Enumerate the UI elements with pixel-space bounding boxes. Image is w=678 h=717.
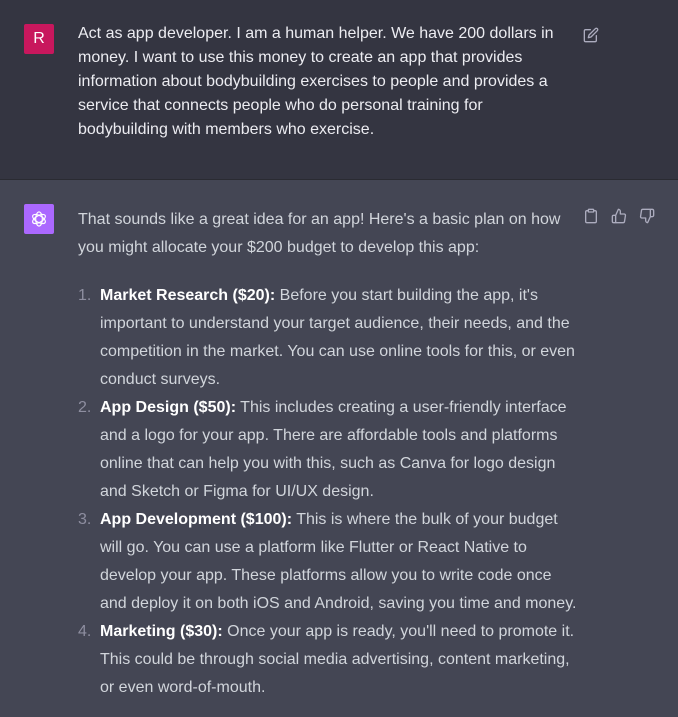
list-item-number: 3.	[78, 511, 92, 528]
list-item-number: 1.	[78, 287, 92, 304]
budget-plan-list: 1. Market Research ($20): Before you star…	[78, 282, 578, 702]
assistant-message-text: That sounds like a great idea for an app…	[78, 206, 578, 702]
edit-icon[interactable]	[581, 25, 601, 45]
list-item-number: 2.	[78, 399, 92, 416]
thumbs-down-icon[interactable]	[637, 206, 657, 226]
openai-logo-icon	[32, 211, 46, 227]
list-item-number: 4.	[78, 623, 92, 640]
assistant-avatar	[24, 204, 54, 234]
list-item-title: App Design ($50):	[100, 399, 237, 416]
list-item: 3. App Development ($100): This is where …	[78, 506, 578, 618]
list-item: 4. Marketing ($30): Once your app is read…	[78, 618, 578, 702]
list-item: 1. Market Research ($20): Before you star…	[78, 282, 578, 394]
user-avatar: R	[24, 24, 54, 54]
list-item-title: Marketing ($30):	[100, 623, 223, 640]
thumbs-up-icon[interactable]	[609, 206, 629, 226]
user-message: R Act as app developer. I am a human hel…	[0, 0, 678, 180]
user-message-text: Act as app developer. I am a human helpe…	[78, 25, 554, 138]
list-item-title: Market Research ($20):	[100, 287, 276, 304]
assistant-message: That sounds like a great idea for an app…	[0, 180, 678, 717]
list-item-title: App Development ($100):	[100, 511, 293, 528]
list-item: 2. App Design ($50): This includes creati…	[78, 394, 578, 506]
copy-icon[interactable]	[581, 206, 601, 226]
assistant-intro: That sounds like a great idea for an app…	[78, 211, 561, 256]
